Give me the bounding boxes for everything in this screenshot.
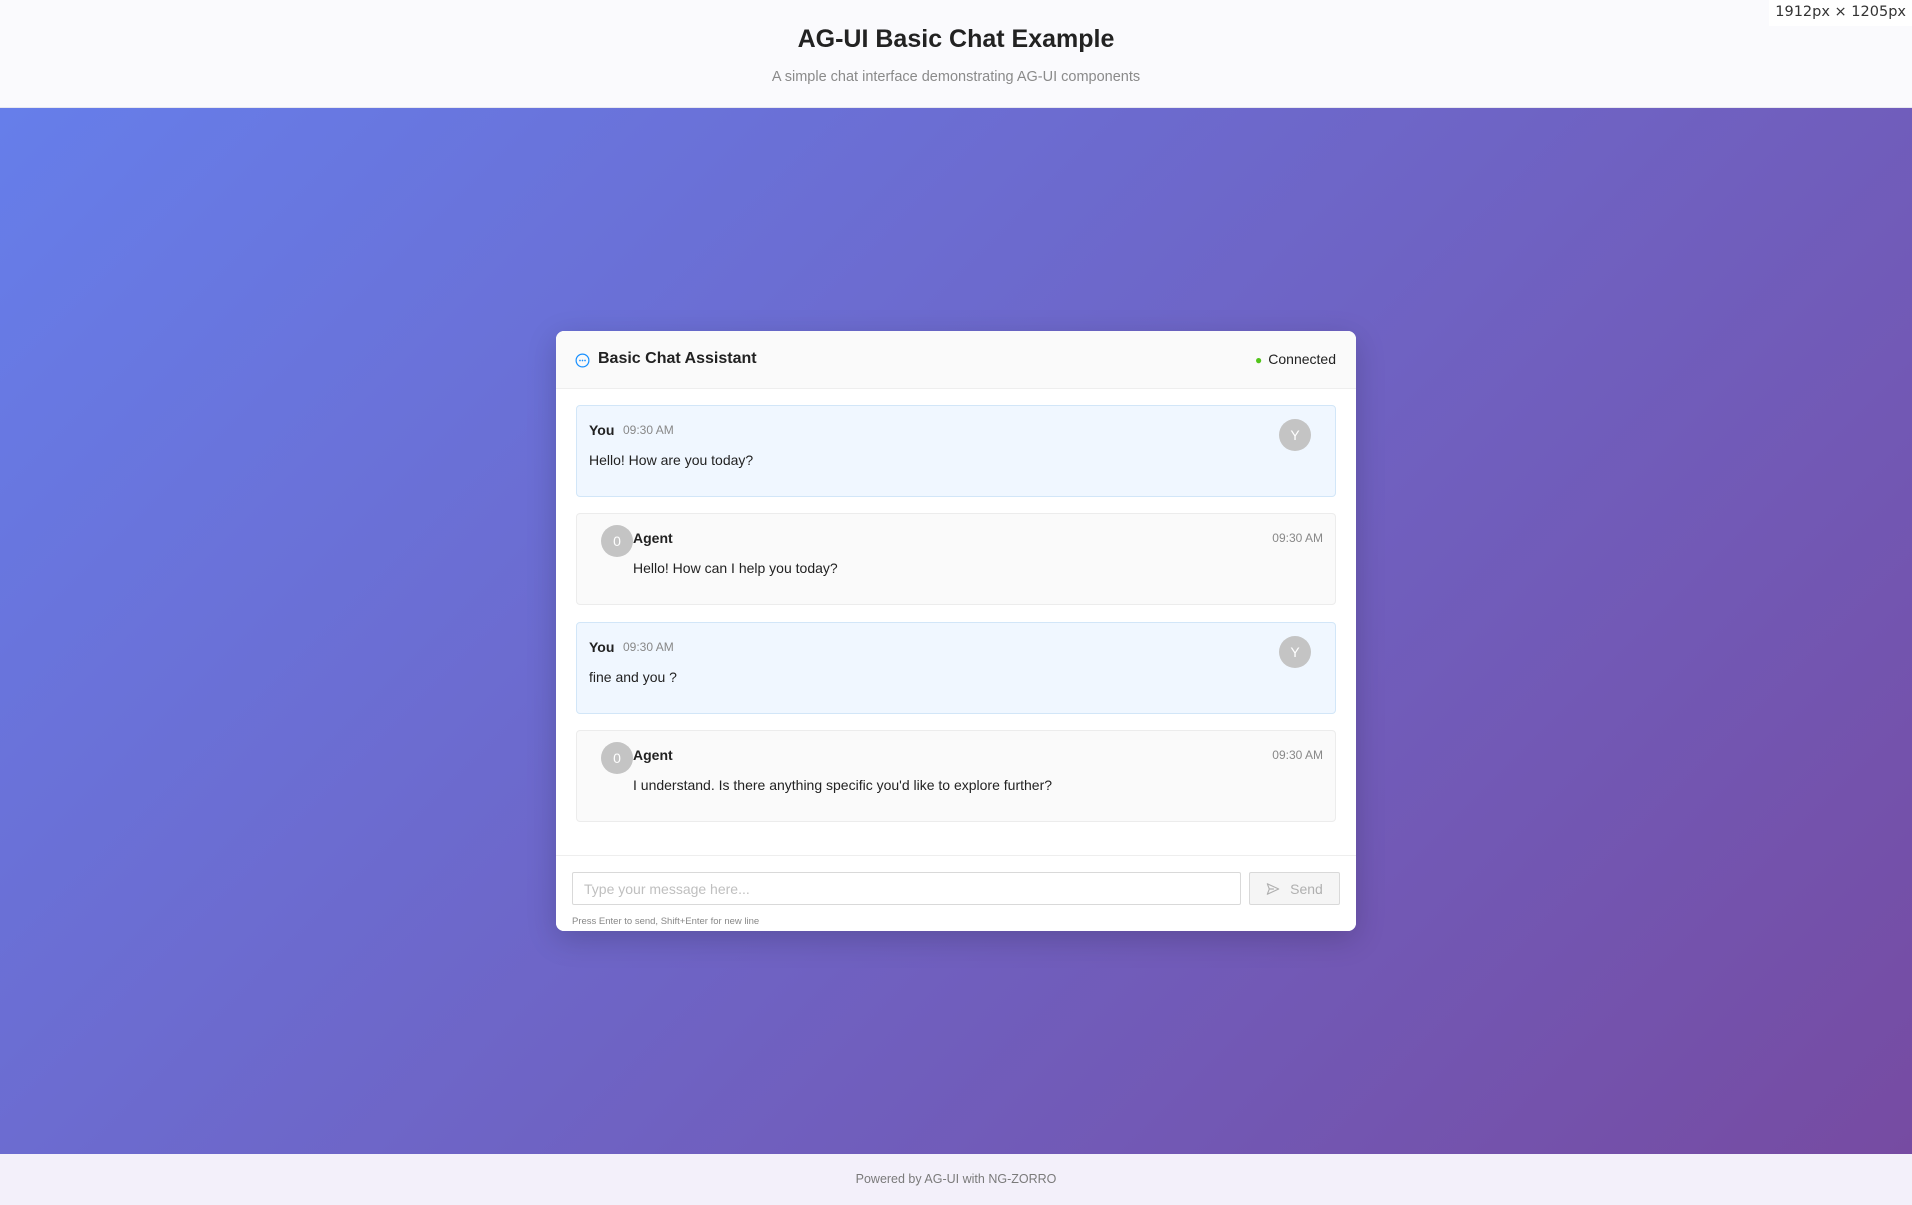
chat-title: Basic Chat Assistant <box>598 350 757 367</box>
size-readout: 1912px × 1205px <box>1769 0 1912 26</box>
input-hint: Press Enter to send, Shift+Enter for new… <box>572 916 760 927</box>
message-time: 09:30 AM <box>623 423 674 437</box>
send-button-label: Send <box>1290 880 1323 897</box>
connection-status: ● Connected <box>1255 351 1336 367</box>
message-author: You <box>589 639 615 655</box>
status-dot-icon: ● <box>1255 353 1263 367</box>
chat-header: Basic Chat Assistant ● Connected <box>556 331 1356 389</box>
message-time: 09:30 AM <box>1272 748 1323 762</box>
message-author: Agent <box>633 747 673 763</box>
message-time: 09:30 AM <box>623 640 674 654</box>
message-text: I understand. Is there anything specific… <box>633 777 1053 793</box>
avatar: Y <box>1279 419 1311 451</box>
send-icon <box>1266 882 1280 895</box>
send-button[interactable]: Send <box>1249 872 1340 905</box>
status-label: Connected <box>1268 351 1336 367</box>
avatar: Y <box>1279 636 1311 668</box>
avatar: 0 <box>601 525 633 557</box>
message-time: 09:30 AM <box>1272 531 1323 545</box>
chat-window: Basic Chat Assistant ● Connected You 09:3… <box>556 331 1356 931</box>
footer-text: Powered by AG-UI with NG-ZORRO <box>855 1172 1057 1186</box>
page-header: AG-UI Basic Chat Example A simple chat i… <box>0 0 1912 108</box>
message-input[interactable] <box>572 872 1241 905</box>
message-author: You <box>589 422 615 438</box>
message-text: fine and you ? <box>589 669 677 685</box>
page-footer: Powered by AG-UI with NG-ZORRO <box>0 1154 1912 1205</box>
message-item-user: You 09:30 AM Y Hello! How are you today? <box>576 405 1336 497</box>
message-text: Hello! How are you today? <box>589 452 754 468</box>
message-text: Hello! How can I help you today? <box>633 560 838 576</box>
avatar: 0 <box>601 742 633 774</box>
message-author: Agent <box>633 530 673 546</box>
page-title: AG-UI Basic Chat Example <box>797 25 1115 53</box>
composer: Send Press Enter to send, Shift+Enter fo… <box>556 855 1356 931</box>
message-item-agent: 0 Agent 09:30 AM Hello! How can I help y… <box>576 513 1336 605</box>
page-subtitle: A simple chat interface demonstrating AG… <box>771 69 1141 85</box>
message-item-user: You 09:30 AM Y fine and you ? <box>576 622 1336 714</box>
message-item-agent: 0 Agent 09:30 AM I understand. Is there … <box>576 730 1336 822</box>
message-icon <box>575 353 590 368</box>
